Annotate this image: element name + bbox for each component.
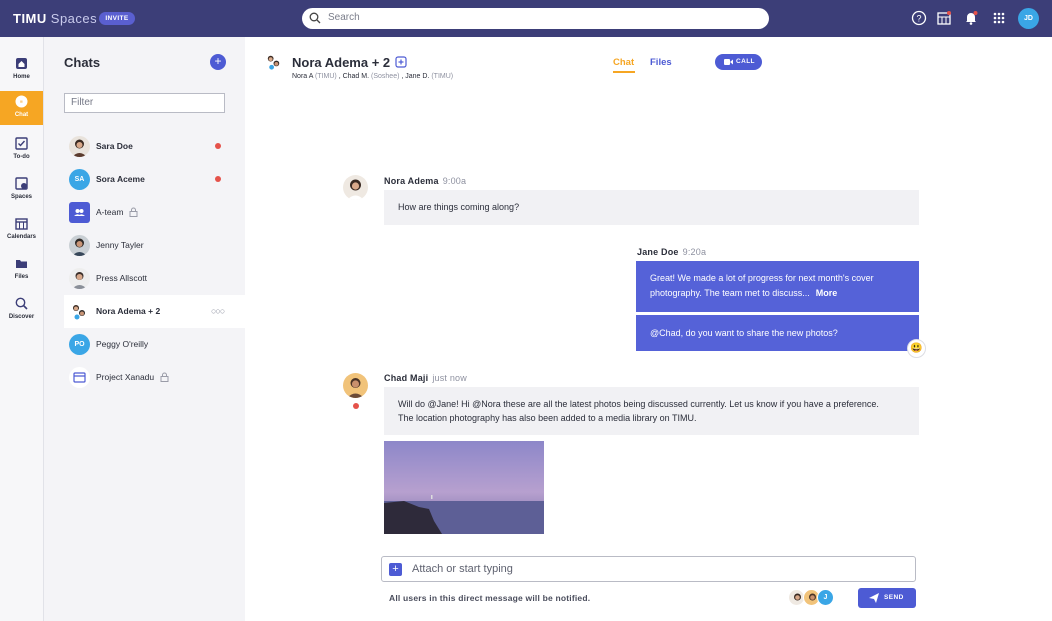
emoji-reaction[interactable]: 😃 bbox=[907, 339, 926, 358]
unread-indicator bbox=[215, 143, 221, 149]
status-indicator bbox=[353, 403, 359, 409]
call-button[interactable]: CALL bbox=[715, 54, 762, 70]
send-button[interactable]: SEND bbox=[858, 588, 916, 608]
chat-item-name: Project Xanadu bbox=[96, 372, 155, 382]
conversation-title: Nora Adema + 2 bbox=[292, 55, 391, 70]
rail-item-files[interactable]: Files bbox=[0, 253, 43, 287]
spaces-icon bbox=[15, 177, 28, 190]
tab-files[interactable]: Files bbox=[650, 57, 672, 68]
project-icon bbox=[69, 367, 90, 388]
message-author: Nora Adema 9:00a bbox=[384, 176, 467, 186]
shared-photo[interactable] bbox=[384, 441, 544, 534]
rail-label: Home bbox=[13, 74, 30, 80]
more-options-icon[interactable]: ○○○ bbox=[211, 306, 225, 316]
rail-item-discover[interactable]: Discover bbox=[0, 293, 43, 327]
add-member-icon[interactable] bbox=[395, 56, 407, 68]
chat-item-sora-aceme[interactable]: SA Sora Aceme bbox=[64, 163, 245, 196]
rail-label: Calendars bbox=[6, 234, 36, 240]
new-chat-button[interactable]: + bbox=[210, 54, 226, 70]
filter-input[interactable]: Filter bbox=[64, 93, 225, 113]
team-icon bbox=[69, 202, 90, 223]
invite-button[interactable]: INVITE bbox=[99, 12, 135, 25]
message-time: just now bbox=[432, 373, 467, 383]
message-bubble: @Chad, do you want to share the new phot… bbox=[636, 315, 919, 351]
discover-icon bbox=[15, 297, 28, 310]
chat-item-name: Peggy O'reilly bbox=[96, 339, 149, 349]
chat-item-name: Press Allscott bbox=[96, 273, 148, 283]
chat-item-peggy-oreilly[interactable]: PO Peggy O'reilly bbox=[64, 328, 245, 361]
recipient-avatar: J bbox=[817, 589, 834, 606]
rail-item-calendars[interactable]: Calendars bbox=[0, 213, 43, 247]
chat-item-nora-adema[interactable]: Nora Adema + 2 ○○○ bbox=[64, 295, 245, 328]
lock-icon bbox=[129, 207, 138, 217]
video-camera-icon bbox=[724, 59, 733, 65]
message-bubble: How are things coming along? bbox=[384, 190, 919, 225]
tab-chat[interactable]: Chat bbox=[613, 57, 636, 73]
avatar bbox=[69, 235, 90, 256]
left-rail: Home ≡ Chat To-do Spaces Calendars Files… bbox=[0, 37, 44, 621]
chat-item-name: Sora Aceme bbox=[96, 174, 145, 184]
more-link[interactable]: More bbox=[816, 288, 838, 298]
svg-text:≡: ≡ bbox=[20, 100, 23, 106]
chat-item-jenny-tayler[interactable]: Jenny Tayler bbox=[64, 229, 245, 262]
send-icon bbox=[869, 593, 879, 603]
calendar-grid-icon[interactable] bbox=[936, 10, 952, 26]
avatar bbox=[69, 136, 90, 157]
avatar bbox=[69, 268, 90, 289]
search-input[interactable]: Search bbox=[328, 12, 360, 23]
chat-item-a-team[interactable]: A-team bbox=[64, 196, 245, 229]
avatar: SA bbox=[69, 169, 90, 190]
message-time: 9:00a bbox=[442, 176, 467, 186]
avatar: PO bbox=[69, 334, 90, 355]
unread-indicator bbox=[215, 176, 221, 182]
help-icon[interactable]: ? bbox=[911, 10, 927, 26]
message-input[interactable]: Attach or start typing bbox=[412, 563, 513, 575]
chat-list-title: Chats bbox=[64, 55, 101, 70]
rail-item-spaces[interactable]: Spaces bbox=[0, 173, 43, 207]
message-bubble: Great! We made a lot of progress for nex… bbox=[636, 261, 919, 312]
attach-button[interactable]: + bbox=[389, 563, 402, 576]
avatar bbox=[343, 373, 368, 398]
brand-logo[interactable]: TIMU Spaces bbox=[13, 11, 97, 26]
chat-item-press-allscott[interactable]: Press Allscott bbox=[64, 262, 245, 295]
chat-icon: ≡ bbox=[15, 95, 28, 108]
avatar bbox=[343, 175, 368, 200]
chat-item-project-xanadu[interactable]: Project Xanadu bbox=[64, 361, 245, 394]
rail-label: Chat bbox=[14, 112, 29, 118]
svg-text:?: ? bbox=[916, 14, 921, 24]
rail-item-chat[interactable]: ≡ Chat bbox=[0, 91, 43, 125]
notify-notice: All users in this direct message will be… bbox=[389, 593, 591, 603]
top-bar: TIMU Spaces INVITE Search ? JD bbox=[0, 0, 1052, 37]
chat-list-panel: Chats + Filter Sara Doe SA Sora Aceme A-… bbox=[44, 37, 245, 621]
rail-label: To-do bbox=[13, 154, 30, 160]
lock-icon bbox=[160, 372, 169, 382]
rail-item-todo[interactable]: To-do bbox=[0, 133, 43, 167]
todo-icon bbox=[15, 137, 28, 150]
message-author: Chad Maji just now bbox=[384, 373, 467, 383]
message-bubble: Will do @Jane! Hi @Nora these are all th… bbox=[384, 387, 919, 435]
participants-list: Nora A (TIMU) , Chad M. (Soshee) , Jane … bbox=[292, 73, 454, 80]
home-icon bbox=[16, 58, 27, 69]
chat-item-name: A-team bbox=[96, 207, 124, 217]
message-time: 9:20a bbox=[682, 247, 707, 257]
rail-label: Discover bbox=[8, 314, 35, 320]
search-icon bbox=[309, 12, 321, 24]
message-composer[interactable]: + Attach or start typing bbox=[381, 556, 916, 582]
search-bar[interactable]: Search bbox=[302, 8, 769, 29]
user-avatar[interactable]: JD bbox=[1018, 8, 1039, 29]
rail-label: Spaces bbox=[10, 194, 32, 200]
chat-item-name: Jenny Tayler bbox=[96, 240, 144, 250]
bell-icon[interactable] bbox=[963, 10, 979, 26]
rail-label: Files bbox=[14, 274, 29, 280]
apps-grid-icon[interactable] bbox=[991, 10, 1007, 26]
chat-item-name: Sara Doe bbox=[96, 141, 133, 151]
folder-icon bbox=[16, 260, 27, 268]
chat-item-sara-doe[interactable]: Sara Doe bbox=[64, 130, 245, 163]
message-author: Jane Doe 9:20a bbox=[637, 247, 707, 257]
group-avatar bbox=[69, 301, 90, 322]
rail-item-home[interactable]: Home bbox=[0, 53, 43, 87]
calendar-icon bbox=[15, 218, 28, 230]
chat-item-name: Nora Adema + 2 bbox=[96, 306, 161, 316]
group-avatar bbox=[267, 55, 280, 70]
